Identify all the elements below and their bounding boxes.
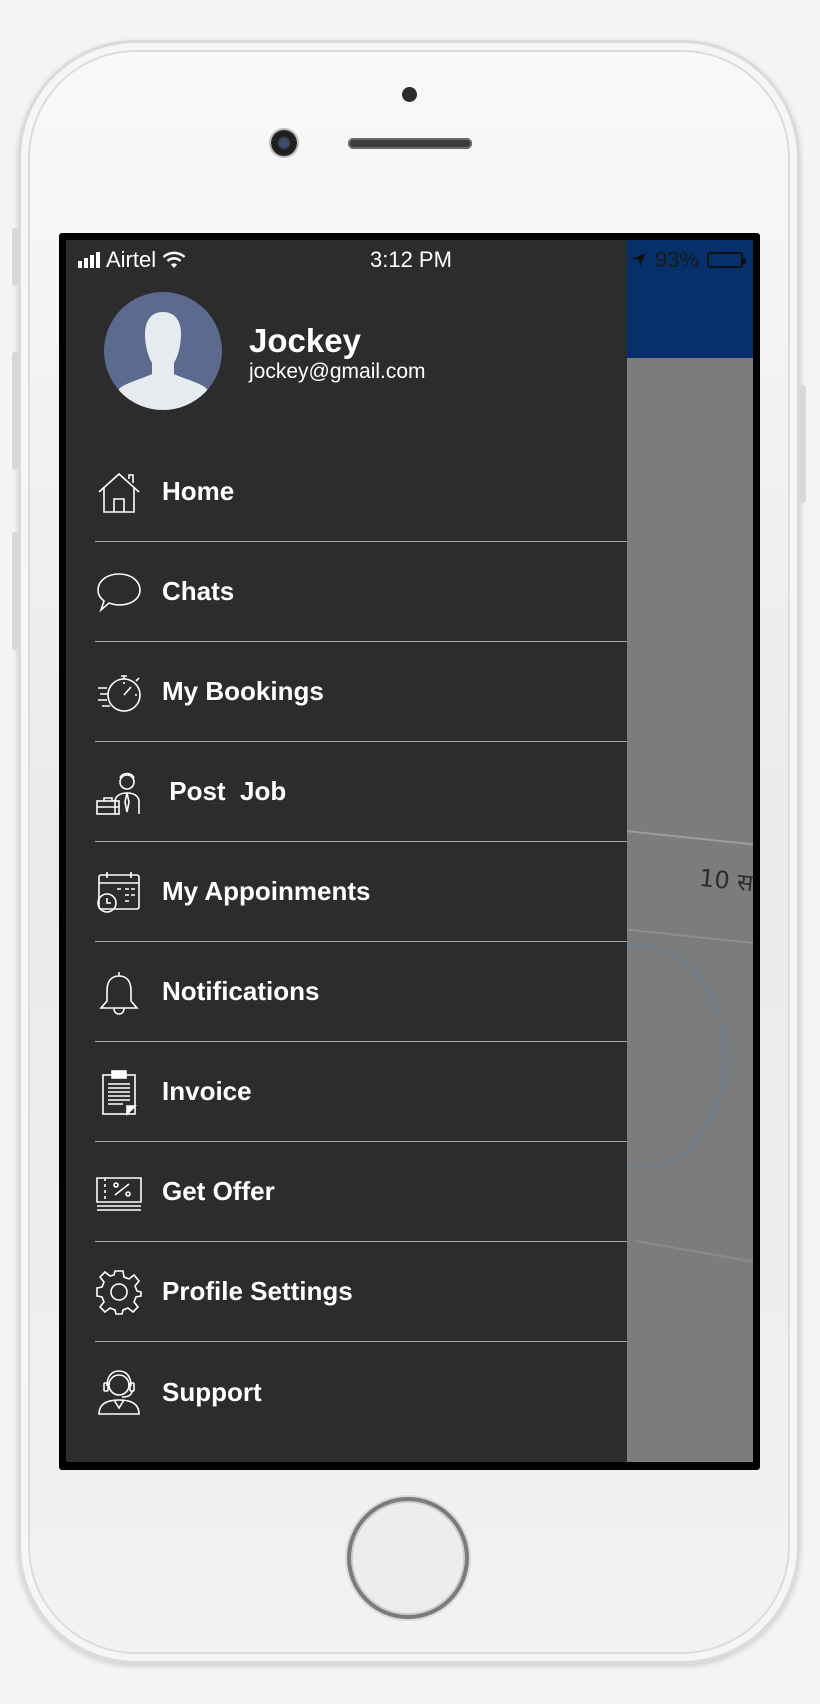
menu-label: Post Job	[162, 776, 287, 806]
menu-item-support[interactable]: Support	[95, 1342, 627, 1442]
earpiece-speaker	[348, 138, 472, 149]
menu-label: Get Offer	[162, 1176, 275, 1206]
menu-label: Chats	[162, 576, 235, 606]
menu-label: Invoice	[162, 1076, 252, 1106]
menu-item-my-bookings[interactable]: My Bookings	[95, 642, 627, 742]
signal-strength-icon	[78, 252, 100, 268]
screen-content: 10 सर्विस मा Jockey jockey@gmail.com Hom…	[66, 240, 753, 1462]
wifi-icon	[162, 251, 186, 268]
carrier-group: Airtel	[78, 247, 186, 273]
user-email: jockey@gmail.com	[249, 360, 426, 383]
power-button	[800, 385, 806, 503]
support-agent-icon	[95, 1368, 143, 1416]
menu-item-my-appoinments[interactable]: My Appoinments	[95, 842, 627, 942]
volume-down-button	[12, 532, 18, 650]
location-arrow-icon	[631, 253, 646, 267]
menu-item-notifications[interactable]: Notifications	[95, 942, 627, 1042]
menu-item-invoice[interactable]: Invoice	[95, 1042, 627, 1142]
businessman-briefcase-icon	[95, 768, 143, 816]
gear-icon	[95, 1268, 143, 1316]
chat-bubble-icon	[95, 568, 143, 616]
drawer-menu: Home Chats My Bookings Post Job My Appoi…	[95, 442, 627, 1442]
carrier-name: Airtel	[106, 247, 157, 272]
menu-label: Support	[162, 1376, 262, 1407]
home-button[interactable]	[347, 1497, 469, 1619]
navigation-drawer: Jockey jockey@gmail.com Home Chats My Bo…	[66, 240, 627, 1462]
menu-label: Home	[162, 476, 235, 506]
menu-item-profile-settings[interactable]: Profile Settings	[95, 1242, 627, 1342]
proximity-sensor	[402, 87, 417, 102]
background-divider	[635, 1240, 753, 1274]
battery-percentage: 93%	[654, 247, 699, 272]
discount-coupon-icon	[95, 1168, 143, 1216]
menu-label: Notifications	[162, 976, 320, 1006]
home-icon	[95, 468, 143, 516]
status-time: 3:12 PM	[370, 247, 452, 272]
silent-switch	[12, 228, 18, 286]
avatar[interactable]	[104, 292, 222, 410]
status-bar: Airtel 3:12 PM 93%	[66, 240, 753, 280]
volume-up-button	[12, 352, 18, 470]
stopwatch-icon	[95, 668, 143, 716]
menu-label: My Appoinments	[162, 876, 371, 906]
menu-item-get-offer[interactable]: Get Offer	[95, 1142, 627, 1242]
clipboard-icon	[95, 1068, 143, 1116]
front-camera	[271, 130, 297, 156]
menu-label: Profile Settings	[162, 1276, 353, 1306]
menu-item-post-job[interactable]: Post Job	[95, 742, 627, 842]
bell-icon	[95, 968, 143, 1016]
menu-item-home[interactable]: Home	[95, 442, 627, 542]
status-right-group: 93%	[631, 247, 746, 273]
calendar-clock-icon	[95, 868, 143, 916]
screen: 10 सर्विस मा Jockey jockey@gmail.com Hom…	[59, 233, 760, 1470]
menu-label: My Bookings	[162, 676, 324, 706]
user-silhouette-icon	[112, 312, 214, 410]
user-name: Jockey	[249, 322, 361, 359]
menu-item-chats[interactable]: Chats	[95, 542, 627, 642]
battery-icon	[707, 252, 746, 268]
